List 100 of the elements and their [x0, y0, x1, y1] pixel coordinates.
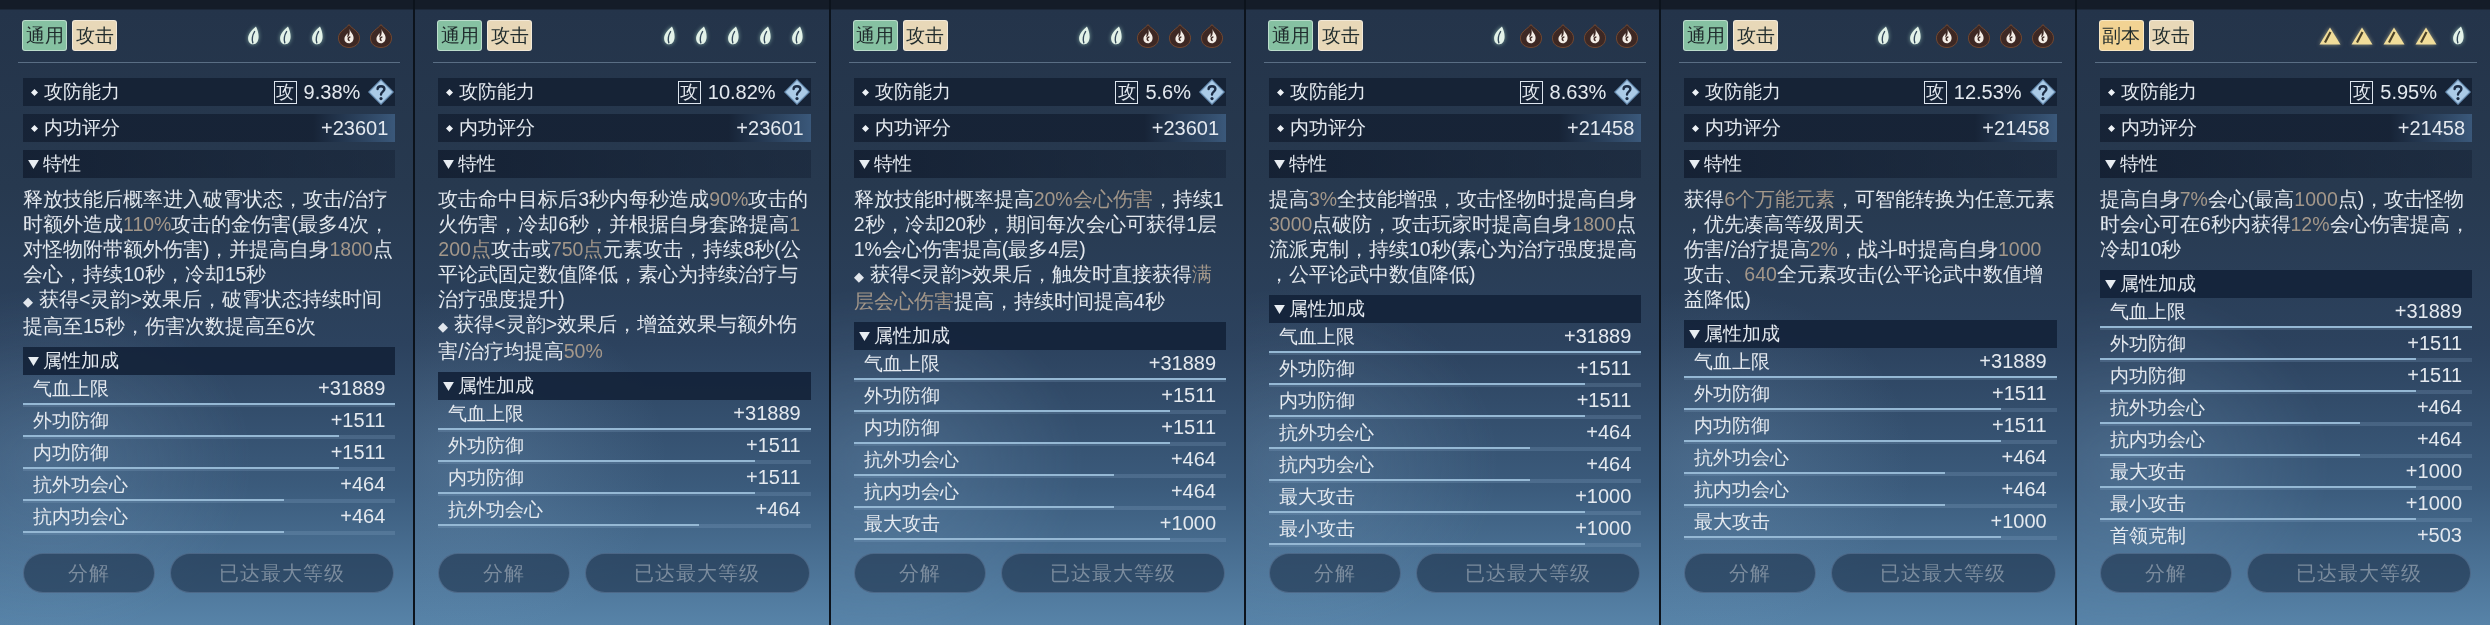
attribute-name: 最大攻击	[1279, 484, 1355, 509]
leaf-icon	[1907, 25, 1922, 46]
section-header[interactable]: 属性加成	[2099, 270, 2472, 298]
category-tag: 攻击	[1733, 20, 1779, 51]
triangle-icon	[2415, 26, 2437, 45]
attribute-name: 抗外功会心	[33, 472, 128, 497]
attribute-name: 最大攻击	[863, 511, 940, 536]
score-value: +21458	[1982, 116, 2050, 140]
type-marker: 攻	[2350, 80, 2374, 104]
triangle-icon	[2351, 26, 2373, 45]
section-header[interactable]: 属性加成	[1684, 320, 2057, 348]
section-header[interactable]: 属性加成	[1269, 295, 1642, 323]
attribute-name: 首领克制	[2109, 523, 2186, 548]
help-icon[interactable]	[2445, 79, 2471, 105]
score-value: +21458	[1567, 116, 1635, 140]
help-icon[interactable]	[368, 79, 395, 105]
leaf-icon	[1492, 25, 1507, 46]
trait-description: 攻击命中目标后3秒内每秒造成90%攻击的火伤害，冷却6秒，并根据自身套路提高1200点攻击或750点元素攻击，持续8秒(公平论武固定数值降低，素心为持续治疗与治疗强度提升)	[438, 187, 810, 312]
attribute-value: +464	[2416, 396, 2462, 419]
attribute-name: 气血上限	[1694, 349, 1771, 374]
attribute-value: +464	[1586, 421, 1632, 444]
category-tag: 副本	[2098, 20, 2144, 51]
help-icon[interactable]	[783, 79, 810, 105]
attribute-name: 气血上限	[1279, 324, 1355, 349]
score-value: +23601	[1151, 116, 1219, 140]
help-icon[interactable]	[1199, 79, 1225, 105]
attribute-value: +1511	[1161, 384, 1216, 407]
attribute-value: +464	[340, 473, 386, 496]
section-header[interactable]: 属性加成	[853, 322, 1226, 350]
ability-value: 5.6%	[1145, 80, 1191, 104]
attribute-name: 外功防御	[1694, 381, 1771, 406]
flame-icon	[1967, 23, 1990, 48]
attribute-name: 抗外功会心	[1279, 420, 1374, 445]
ability-value: 12.53%	[1953, 80, 2022, 104]
attribute-name: 内功防御	[2109, 363, 2186, 388]
diamond-bullet-icon	[31, 88, 38, 96]
flame-icon	[1201, 23, 1223, 48]
attribute-name: 最小攻击	[1279, 516, 1355, 541]
leaf-icon	[1109, 25, 1123, 46]
attribute-name: 抗内功会心	[33, 504, 128, 529]
diamond-bullet-icon	[31, 124, 38, 132]
attribute-value: +31889	[1148, 352, 1216, 375]
category-tag: 通用	[1268, 20, 1313, 51]
section-header[interactable]: 特性	[23, 150, 396, 178]
attribute-name: 气血上限	[448, 401, 525, 426]
section-header[interactable]: 特性	[438, 150, 811, 178]
help-icon[interactable]	[2029, 79, 2056, 105]
category-tag: 攻击	[487, 20, 533, 51]
attribute-name: 外功防御	[33, 408, 109, 433]
attribute-value: +1511	[745, 466, 801, 489]
ability-value: 10.82%	[707, 80, 776, 104]
leaf-icon	[661, 25, 676, 46]
type-marker: 攻	[677, 80, 701, 104]
attribute-value: +464	[340, 505, 386, 528]
type-marker: 攻	[1115, 80, 1139, 104]
attribute-value: +1000	[1575, 517, 1632, 540]
category-tag: 通用	[1683, 20, 1729, 51]
help-icon[interactable]	[1614, 79, 1641, 105]
section-header[interactable]: 特性	[853, 150, 1226, 178]
score-label: 内功评分	[44, 116, 120, 140]
trait-description: 伤害/治疗提高2%，战斗时提高自身1000 攻击、640全元素攻击(公平论武中数值增益降低)	[1684, 237, 2045, 312]
flame-icon	[2031, 23, 2054, 48]
trait-description: 获得6个万能元素，可智能转换为任意元素，优先凑高等级周天	[1684, 187, 2057, 237]
section-header[interactable]: 特性	[1684, 150, 2057, 178]
flame-icon	[1520, 23, 1543, 48]
attribute-name: 抗外功会心	[863, 447, 959, 472]
section-header[interactable]: 属性加成	[23, 347, 396, 375]
diamond-bullet-icon	[861, 124, 869, 132]
section-header[interactable]: 特性	[1269, 150, 1642, 178]
flame-icon	[1169, 23, 1191, 48]
attribute-value: +464	[2001, 446, 2047, 469]
flame-icon	[1584, 23, 1607, 48]
trait-description: 提高3%全技能增强，攻击怪物时提高自身 3000点破防，攻击玩家时提高自身1800点流派克制，持续10秒(素心为治疗强度提高，公平论武中数值降低)	[1269, 187, 1639, 287]
leaf-icon	[789, 25, 804, 46]
category-tag: 攻击	[72, 20, 117, 51]
diamond-bullet-icon	[1277, 124, 1284, 132]
diamond-bullet-icon	[1692, 88, 1700, 96]
attribute-value: +1511	[2407, 332, 2462, 355]
attribute-value: +31889	[1979, 350, 2047, 373]
section-header[interactable]: 特性	[2099, 150, 2472, 178]
attribute-value: +464	[1170, 448, 1216, 471]
flame-icon	[1999, 23, 2022, 48]
attribute-name: 外功防御	[1279, 356, 1355, 381]
attribute-name: 最大攻击	[1694, 509, 1771, 534]
attribute-name: 外功防御	[448, 433, 525, 458]
leaf-icon	[757, 25, 772, 46]
attribute-name: 抗内功会心	[2109, 427, 2205, 452]
attribute-value: +1000	[2405, 460, 2462, 483]
score-value: +23601	[736, 116, 804, 140]
diamond-bullet-icon	[861, 88, 869, 96]
ability-label: 攻防能力	[1290, 80, 1366, 104]
triangle-icon	[2383, 26, 2405, 45]
flame-icon	[1137, 23, 1159, 48]
diamond-bullet-icon	[446, 88, 454, 96]
score-value: +21458	[2397, 116, 2465, 140]
section-header[interactable]: 属性加成	[438, 372, 811, 400]
leaf-icon	[310, 25, 325, 46]
flame-icon	[1935, 23, 1958, 48]
diamond-bullet-icon	[1692, 124, 1700, 132]
ability-label: 攻防能力	[1705, 80, 1782, 104]
